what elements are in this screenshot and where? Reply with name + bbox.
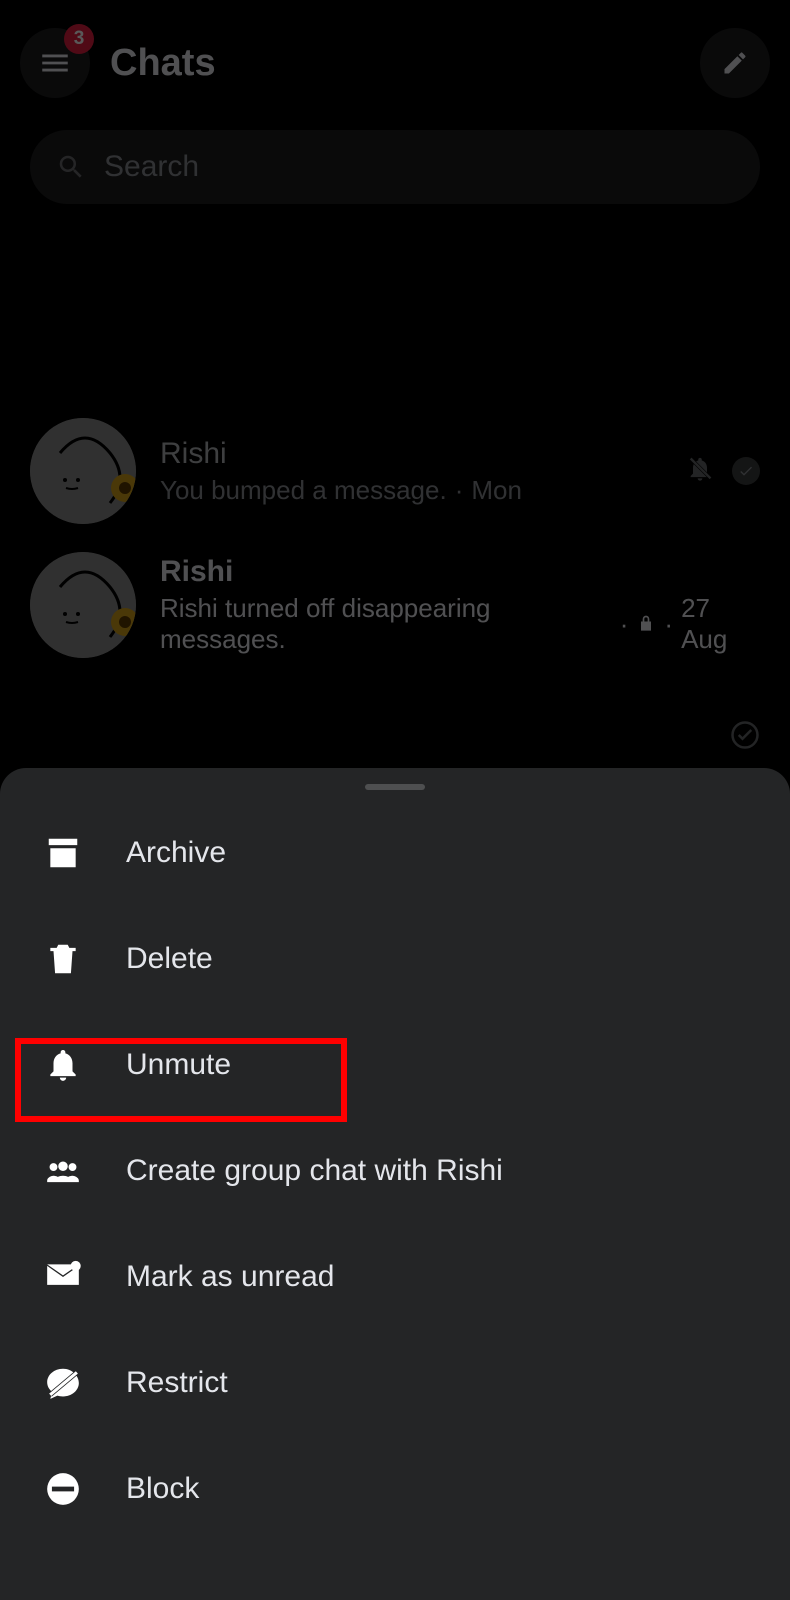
trash-icon [40, 936, 86, 982]
lock-icon [636, 612, 656, 636]
chat-texts: Rishi You bumped a message. · Mon [160, 437, 662, 506]
sheet-label: Archive [126, 836, 226, 870]
chat-time: 27 Aug [681, 593, 760, 655]
chat-name: Rishi [160, 437, 662, 471]
group-icon [40, 1148, 86, 1194]
block-icon [40, 1466, 86, 1512]
action-sheet: Archive Delete Unmute Create group chat … [0, 768, 790, 1600]
sheet-label: Unmute [126, 1048, 231, 1082]
hamburger-icon [38, 46, 72, 80]
sheet-mark-unread[interactable]: Mark as unread [0, 1224, 790, 1330]
chat-preview-text: Rishi turned off disappearing messages. [160, 593, 612, 655]
bell-icon [40, 1042, 86, 1088]
avatar [30, 552, 136, 658]
search-input[interactable] [104, 150, 734, 184]
chat-preview: Rishi turned off disappearing messages. … [160, 593, 760, 655]
chat-list: Rishi You bumped a message. · Mon [0, 404, 790, 672]
notification-badge: 3 [64, 24, 94, 54]
chat-separator: · [620, 609, 629, 640]
sheet-unmute[interactable]: Unmute [0, 1012, 790, 1118]
sheet-create-group[interactable]: Create group chat with Rishi [0, 1118, 790, 1224]
sheet-block[interactable]: Block [0, 1436, 790, 1542]
chat-item[interactable]: Rishi You bumped a message. · Mon [0, 404, 790, 538]
page-title: Chats [110, 42, 216, 85]
sheet-handle[interactable] [365, 784, 425, 790]
pencil-icon [721, 49, 749, 77]
sheet-label: Mark as unread [126, 1260, 334, 1294]
sheet-label: Delete [126, 942, 213, 976]
sheet-label: Create group chat with Rishi [126, 1154, 503, 1188]
chat-time: Mon [471, 475, 522, 506]
chat-preview: You bumped a message. · Mon [160, 475, 662, 506]
avatar [30, 418, 136, 524]
header: 3 Chats [0, 0, 790, 118]
delivered-outline-icon [730, 720, 760, 755]
chat-name: Rishi [160, 555, 760, 589]
envelope-dot-icon [40, 1254, 86, 1300]
compose-button[interactable] [700, 28, 770, 98]
menu-button[interactable]: 3 [20, 28, 90, 98]
chat-preview-text: You bumped a message. [160, 475, 447, 506]
sheet-label: Block [126, 1472, 199, 1506]
delivered-icon [732, 457, 760, 485]
chat-separator: · [664, 609, 673, 640]
sheet-archive[interactable]: Archive [0, 800, 790, 906]
chat-item[interactable]: Rishi Rishi turned off disappearing mess… [0, 538, 790, 672]
muted-icon [686, 455, 714, 488]
sheet-delete[interactable]: Delete [0, 906, 790, 1012]
archive-icon [40, 830, 86, 876]
search-bar[interactable] [30, 130, 760, 204]
sheet-restrict[interactable]: Restrict [0, 1330, 790, 1436]
search-icon [56, 152, 86, 182]
chat-status [686, 455, 760, 488]
chat-texts: Rishi Rishi turned off disappearing mess… [160, 555, 760, 655]
sheet-label: Restrict [126, 1366, 228, 1400]
chat-slash-icon [40, 1360, 86, 1406]
chat-separator: · [455, 475, 464, 506]
